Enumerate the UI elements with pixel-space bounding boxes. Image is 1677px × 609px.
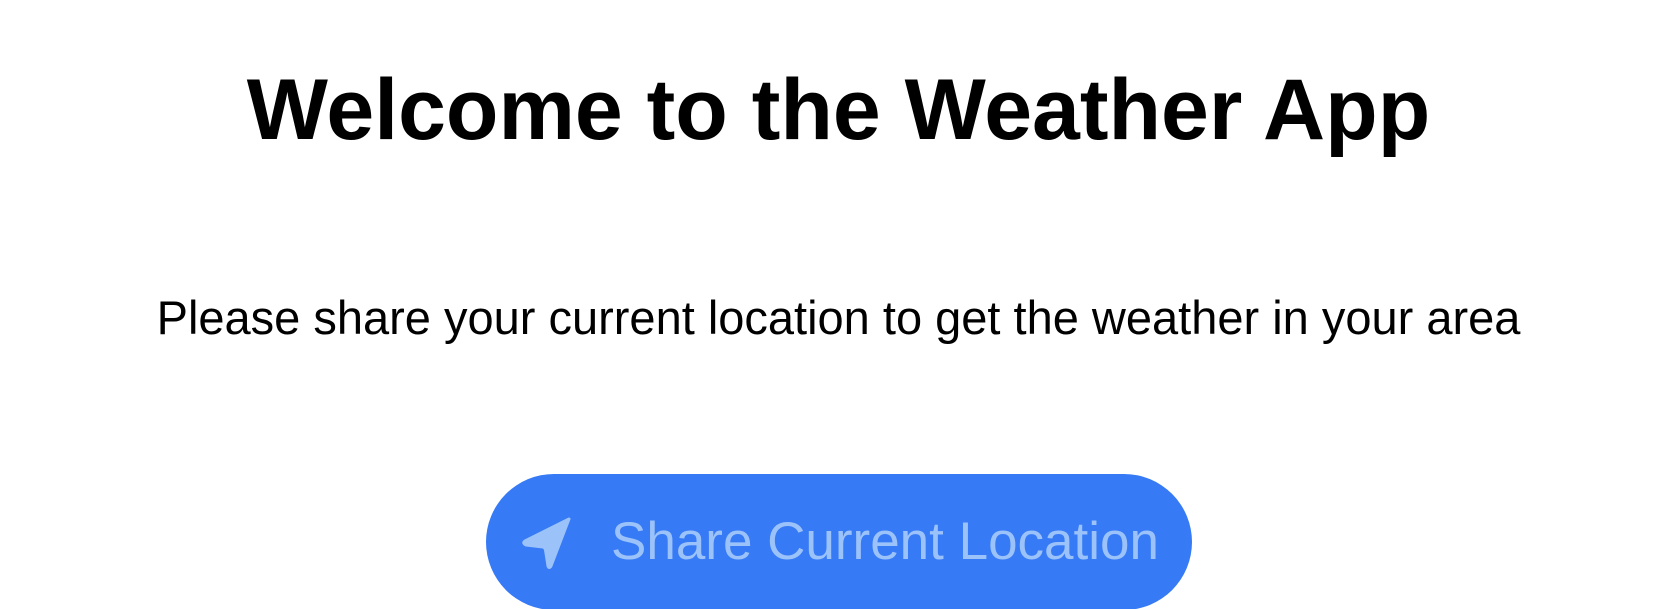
location-arrow-icon (519, 515, 575, 571)
page-title: Welcome to the Weather App (246, 62, 1431, 158)
welcome-screen: Welcome to the Weather App Please share … (0, 0, 1677, 609)
share-current-location-button[interactable]: Share Current Location (486, 474, 1192, 609)
share-button-label: Share Current Location (611, 512, 1159, 571)
location-prompt-text: Please share your current location to ge… (156, 291, 1521, 344)
